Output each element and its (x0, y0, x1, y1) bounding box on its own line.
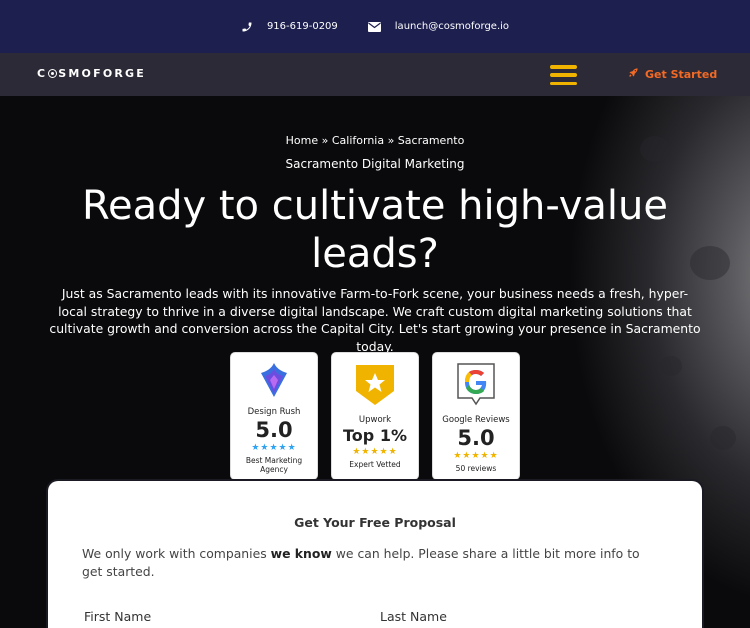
phone-contact[interactable]: 916-619-0209 (241, 21, 338, 33)
rocket-icon (628, 67, 639, 81)
phone-number[interactable]: 916-619-0209 (267, 21, 338, 32)
page-subtitle: Sacramento Digital Marketing (285, 157, 465, 171)
page-headline: Ready to cultivate high-value leads? (81, 183, 669, 277)
upwork-badge[interactable]: Upwork Top 1% ★★★★★ Expert Vetted (332, 353, 418, 479)
logo-orbit-icon (48, 69, 58, 78)
phone-icon (241, 21, 253, 33)
badge-name: Design Rush (247, 407, 301, 417)
badge-footnote: Best Marketing Agency (245, 456, 303, 474)
main-navbar: C SMOFORGE Get Started (0, 53, 750, 96)
email-contact[interactable]: launch@cosmoforge.io (367, 21, 509, 32)
form-title: Get Your Free Proposal (294, 515, 456, 530)
envelope-icon (367, 21, 381, 32)
hamburger-menu-icon[interactable] (550, 65, 577, 85)
form-description: We only work with companies we know we c… (82, 545, 662, 581)
badge-footnote: 50 reviews (455, 464, 497, 473)
logo-text-start: C (37, 67, 48, 80)
get-started-label: Get Started (645, 67, 718, 81)
first-name-label: First Name (84, 609, 152, 624)
logo-text-end: SMOFORGE (58, 67, 146, 80)
google-reviews-badge[interactable]: Google Reviews 5.0 ★★★★★ 50 reviews (433, 353, 519, 479)
moon-crater (710, 426, 736, 450)
badge-stars: ★★★★★ (453, 451, 499, 461)
badge-stars: ★★★★★ (352, 447, 398, 457)
get-started-button[interactable]: Get Started (628, 67, 717, 81)
badge-name: Google Reviews (442, 415, 510, 425)
breadcrumb[interactable]: Home » California » Sacramento (0, 134, 750, 147)
hero-section: Home » California » Sacramento Sacrament… (0, 96, 750, 628)
moon-crater (660, 356, 682, 376)
badge-stars: ★★★★★ (251, 443, 297, 453)
rating-badges: Design Rush 5.0 ★★★★★ Best Marketing Age… (231, 353, 519, 479)
badge-name: Upwork (358, 415, 392, 425)
form-text-emphasis: we know (270, 546, 332, 561)
intro-paragraph: Just as Sacramento leads with its innova… (49, 286, 701, 354)
form-text-start: We only work with companies (82, 546, 271, 561)
badge-score: 5.0 (457, 426, 495, 450)
last-name-label: Last Name (380, 609, 447, 624)
designrush-badge[interactable]: Design Rush 5.0 ★★★★★ Best Marketing Age… (231, 353, 317, 479)
upwork-shield-icon (352, 361, 398, 411)
google-logo-icon (455, 361, 497, 411)
proposal-form-card: Get Your Free Proposal We only work with… (48, 481, 702, 628)
badge-score: 5.0 (255, 418, 293, 442)
email-address[interactable]: launch@cosmoforge.io (395, 21, 509, 32)
badge-score: Top 1% (343, 426, 407, 445)
designrush-logo-icon (257, 361, 291, 403)
cosmoforge-logo[interactable]: C SMOFORGE (37, 67, 146, 80)
badge-footnote: Expert Vetted (349, 460, 401, 469)
top-contact-bar: 916-619-0209 launch@cosmoforge.io (0, 0, 750, 53)
